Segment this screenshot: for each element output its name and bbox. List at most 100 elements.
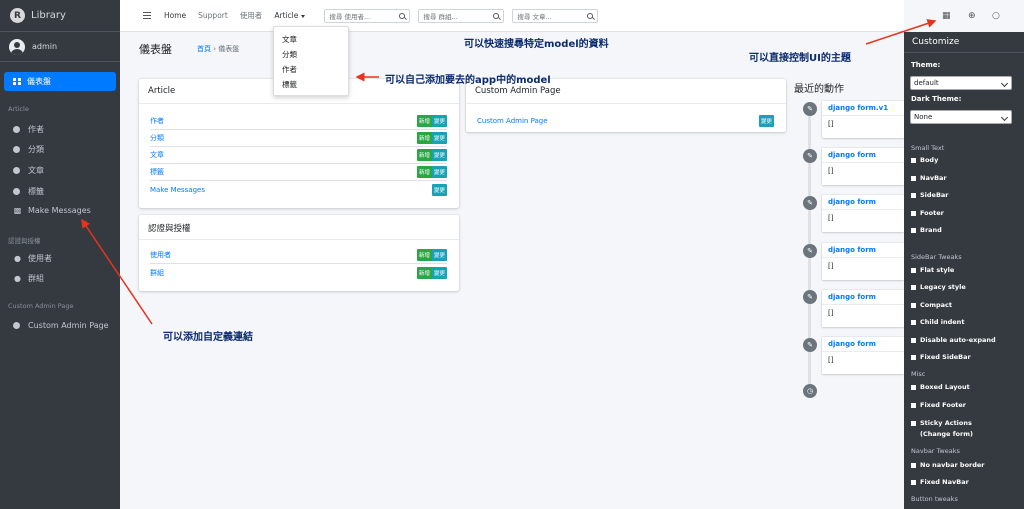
checkbox-icon[interactable] <box>911 193 916 198</box>
add-button[interactable]: 新增 <box>416 132 432 144</box>
search-groups-input[interactable]: 搜尋 群組... <box>418 8 505 23</box>
sidebar-item-make-messages[interactable]: ▩ Make Messages <box>13 206 91 215</box>
checkbox-fixed-footer[interactable]: Fixed Footer <box>911 400 966 411</box>
checkbox-icon[interactable] <box>911 355 916 360</box>
checkbox-icon[interactable] <box>911 228 916 233</box>
add-button[interactable]: 新增 <box>416 115 432 127</box>
breadcrumb-home[interactable]: 首頁 <box>197 45 211 53</box>
change-button[interactable]: 變更 <box>431 249 447 261</box>
checkbox-boxed-layout[interactable]: Boxed Layout <box>911 382 970 393</box>
add-button[interactable]: 新增 <box>416 266 432 279</box>
checkbox-icon[interactable] <box>911 338 916 343</box>
sidebar-item-category[interactable]: 分類 <box>13 144 44 155</box>
dropdown-item-article[interactable]: 文章 <box>282 34 297 45</box>
circle-icon <box>13 126 20 133</box>
sidebar-item-dashboard[interactable]: 儀表盤 <box>4 72 116 91</box>
model-link[interactable]: 文章 <box>150 150 164 160</box>
checkbox-icon[interactable] <box>911 480 916 485</box>
globe-icon[interactable]: ⊕ <box>968 11 976 21</box>
change-button[interactable]: 變更 <box>431 149 447 161</box>
sidebar-item-article[interactable]: 文章 <box>13 165 44 176</box>
timeline-item-title[interactable]: django form <box>828 340 876 348</box>
section-small-text: Small Text <box>911 144 945 152</box>
theme-grid-icon[interactable]: ▦ <box>942 11 951 21</box>
dropdown-item-tag[interactable]: 標籤 <box>282 79 297 90</box>
checkbox-icon[interactable] <box>911 385 916 390</box>
search-icon[interactable] <box>399 12 406 19</box>
checkbox-sticky-actions[interactable]: Sticky Actions (Change form) <box>911 418 973 440</box>
checkbox-icon[interactable] <box>911 463 916 468</box>
sidebar-item-tag[interactable]: 標籤 <box>13 186 44 197</box>
auth-app-card: 認證與授權 使用者 新增 變更 群組 新增 變更 <box>139 215 459 291</box>
timeline-item-title[interactable]: django form <box>828 293 876 301</box>
dropdown-item-category[interactable]: 分類 <box>282 49 297 60</box>
checkbox-brand[interactable]: Brand <box>911 225 942 236</box>
dark-theme-select[interactable]: None <box>910 110 1012 124</box>
add-button[interactable]: 新增 <box>416 149 432 161</box>
checkbox-icon[interactable] <box>911 421 916 426</box>
checkbox-icon[interactable] <box>911 211 916 216</box>
sidebar-item-users[interactable]: ● 使用者 <box>13 253 52 264</box>
checkbox-icon[interactable] <box>911 403 916 408</box>
change-button[interactable]: 變更 <box>431 166 447 178</box>
search-users-input[interactable]: 搜尋 使用者... <box>324 8 411 23</box>
checkbox-disable-auto-expand[interactable]: Disable auto-expand <box>911 335 996 346</box>
search-icon[interactable] <box>493 12 500 19</box>
checkbox-sidebar[interactable]: SideBar <box>911 190 949 201</box>
nav-article-menu[interactable]: Article <box>274 11 306 20</box>
checkbox-icon[interactable] <box>911 320 916 325</box>
timeline-item-title[interactable]: django form <box>828 198 876 206</box>
nav-link-support[interactable]: Support <box>198 11 228 20</box>
timeline-item-title[interactable]: django form.v1 <box>828 104 888 112</box>
add-button[interactable]: 新增 <box>416 166 432 178</box>
change-button[interactable]: 變更 <box>758 114 774 127</box>
theme-select[interactable]: default <box>910 76 1012 90</box>
sidebar-item-groups[interactable]: ● 群組 <box>13 273 44 284</box>
checkbox-compact[interactable]: Compact <box>911 300 952 311</box>
checkbox-flat-style[interactable]: Flat style <box>911 265 954 276</box>
checkbox-fixed-sidebar[interactable]: Fixed SideBar <box>911 352 971 363</box>
change-button[interactable]: 變更 <box>431 266 447 279</box>
search-articles-input[interactable]: 搜尋 文章... <box>512 8 599 23</box>
sidebar-item-author[interactable]: 作者 <box>13 124 44 135</box>
checkbox-body[interactable]: Body <box>911 155 938 166</box>
model-link[interactable]: Make Messages <box>150 186 205 194</box>
change-button[interactable]: 變更 <box>431 115 447 127</box>
checkbox-fixed-navbar[interactable]: Fixed NavBar <box>911 477 969 488</box>
model-link[interactable]: 群組 <box>150 268 164 278</box>
annotation-search: 可以快速搜尋特定model的資料 <box>464 39 609 50</box>
timeline-item-title[interactable]: django form <box>828 151 876 159</box>
timeline-item-title[interactable]: django form <box>828 246 876 254</box>
change-button[interactable]: 變更 <box>431 183 447 196</box>
checkbox-icon[interactable] <box>911 158 916 163</box>
checkbox-child-indent[interactable]: Child indent <box>911 317 964 328</box>
user-icon[interactable]: ○ <box>992 11 1000 21</box>
hamburger-menu-icon[interactable] <box>143 12 151 19</box>
nav-link-home[interactable]: Home <box>164 11 186 20</box>
checkbox-icon[interactable] <box>911 303 916 308</box>
caret-down-icon <box>301 14 306 18</box>
sidebar-item-custom-admin-page[interactable]: Custom Admin Page <box>13 321 109 330</box>
search-icon[interactable] <box>587 12 594 19</box>
user-panel[interactable]: admin <box>0 32 120 62</box>
checkbox-icon[interactable] <box>911 268 916 273</box>
model-link[interactable]: 分類 <box>150 133 164 143</box>
dropdown-item-author[interactable]: 作者 <box>282 64 297 75</box>
timeline-item: django form [] <box>822 148 904 185</box>
checkbox-navbar[interactable]: NavBar <box>911 173 947 184</box>
model-link[interactable]: 作者 <box>150 116 164 126</box>
checkbox-legacy-style[interactable]: Legacy style <box>911 282 966 293</box>
change-button[interactable]: 變更 <box>431 132 447 144</box>
model-link[interactable]: 標籤 <box>150 167 164 177</box>
add-button[interactable]: 新增 <box>416 249 432 261</box>
sidebar: R Library admin 儀表盤 Article 作者 分類 文章 標籤 … <box>0 0 120 509</box>
nav-link-users[interactable]: 使用者 <box>240 10 263 21</box>
checkbox-icon[interactable] <box>911 176 916 181</box>
checkbox-icon[interactable] <box>911 285 916 290</box>
checkbox-footer[interactable]: Footer <box>911 208 944 219</box>
model-link[interactable]: Custom Admin Page <box>477 117 548 125</box>
model-link[interactable]: 使用者 <box>150 250 171 260</box>
checkbox-no-navbar-border[interactable]: No navbar border <box>911 460 985 471</box>
brand[interactable]: R Library <box>0 0 120 32</box>
section-button-tweaks: Button tweaks <box>911 495 958 503</box>
